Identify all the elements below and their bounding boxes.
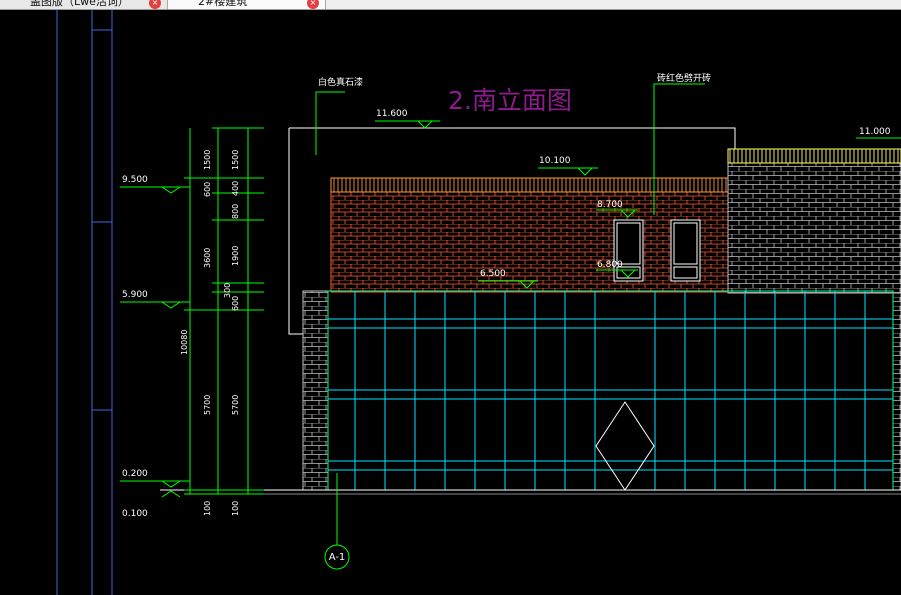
roof-band-grey	[727, 148, 901, 164]
material-note-right: 砖红色劈开砖	[657, 74, 712, 84]
dimension-text: 5700	[203, 394, 212, 415]
dimension-text: 5700	[231, 394, 240, 415]
dimension-text: 3600	[203, 247, 212, 268]
dimension-text: 10080	[180, 329, 189, 355]
close-icon[interactable]: ×	[307, 0, 319, 9]
tab-label: 2#楼建筑	[198, 0, 248, 8]
elevation-label: 0.200	[122, 469, 148, 479]
red-brick-wall	[330, 191, 729, 293]
dimension-text: 1500	[203, 149, 212, 170]
grid-lines	[56, 10, 113, 595]
dimension-text: 600	[203, 181, 212, 197]
elevation-label: 6.500	[480, 269, 506, 279]
elevation-label: 11.000	[859, 127, 891, 137]
dimension-text: 100	[231, 500, 240, 516]
document-tab-bar: 盖图版（Lwe活词） × 2#楼建筑 ×	[0, 0, 901, 10]
elevation-label: 11.600	[376, 109, 408, 119]
tab-label: 盖图版（Lwe活词）	[30, 0, 129, 8]
dimension-text: 400	[231, 180, 240, 196]
material-note-left: 白色真石漆	[318, 78, 364, 88]
close-icon[interactable]: ×	[149, 0, 161, 9]
elevation-label: 9.500	[122, 175, 148, 185]
grey-brick-wall	[727, 162, 901, 294]
entrance-door	[595, 401, 655, 491]
elevation-label: 0.100	[122, 509, 148, 519]
roof-band-red	[330, 177, 729, 193]
elevation-label: 5.900	[122, 290, 148, 300]
dimension-text: 600	[231, 295, 240, 311]
drawing-title: 2.南立面图	[448, 86, 572, 115]
elevation-label: 8.700	[597, 200, 623, 210]
glass-curtain-wall	[327, 290, 894, 491]
dimension-text: 1900	[231, 245, 240, 266]
elevation-label: 6.800	[597, 260, 623, 270]
dimension-text: 1500	[231, 149, 240, 170]
dimension-text: 800	[231, 203, 240, 219]
axis-label: A-1	[328, 552, 346, 563]
grey-brick-column-left	[302, 290, 329, 491]
dimension-text: 100	[203, 500, 212, 516]
tab-drawing-2[interactable]: 2#楼建筑 ×	[168, 0, 326, 9]
tab-drawing-1[interactable]: 盖图版（Lwe活词） ×	[0, 0, 168, 9]
grey-brick-column-right	[892, 292, 901, 491]
elevation-label: 10.100	[539, 156, 571, 166]
